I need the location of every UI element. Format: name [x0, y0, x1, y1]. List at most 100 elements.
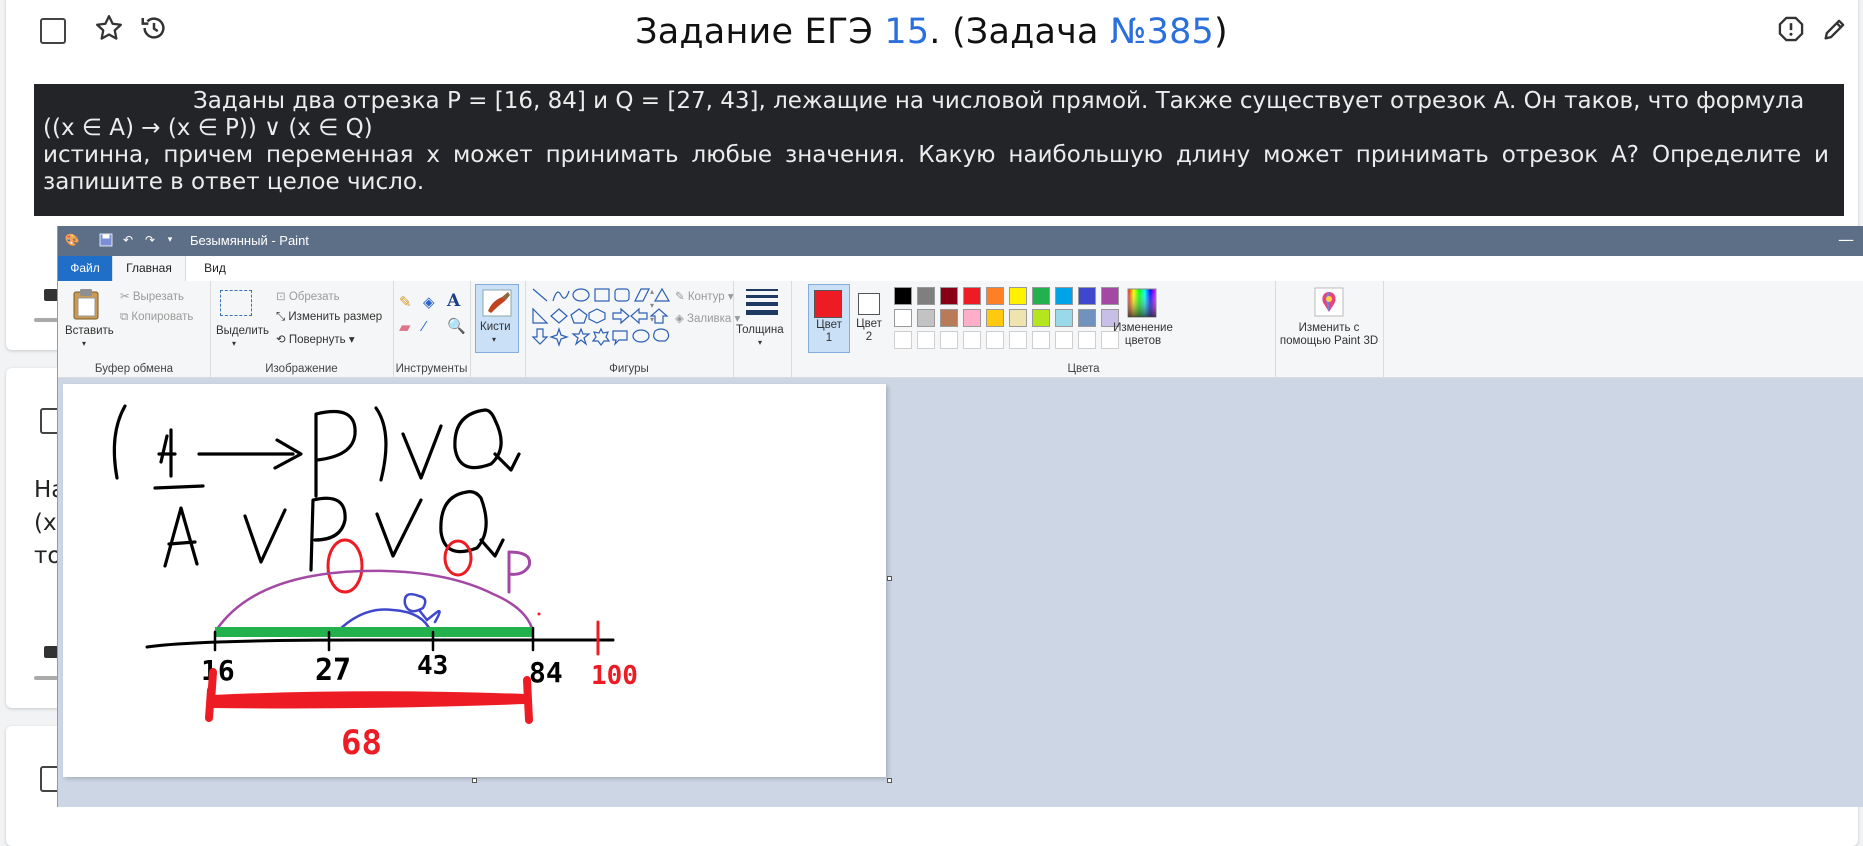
tick-label-43: 43 — [417, 651, 448, 681]
palette-swatch[interactable] — [940, 331, 958, 349]
task-line: запишите в ответ целое число. — [43, 169, 425, 195]
resize-button[interactable]: ⤡ Изменить размер — [276, 311, 382, 324]
palette-swatch[interactable] — [1009, 287, 1027, 305]
palette-swatch[interactable] — [917, 287, 935, 305]
palette-swatch[interactable] — [1009, 309, 1027, 327]
palette-swatch[interactable] — [1055, 331, 1073, 349]
text-icon[interactable]: A — [447, 291, 460, 311]
page-title: Задание ЕГЭ 15. (Задача №385) — [635, 12, 1228, 52]
palette-swatch[interactable] — [1055, 309, 1073, 327]
like-icon[interactable] — [44, 646, 58, 658]
group-label: Фигуры — [609, 363, 649, 375]
color2-button[interactable]: Цвет 2 — [852, 284, 886, 351]
palette-swatch[interactable] — [1078, 287, 1096, 305]
palette-swatch[interactable] — [940, 287, 958, 305]
crop-button[interactable]: ⊡ Обрезать — [276, 289, 340, 303]
palette-swatch[interactable] — [1078, 331, 1096, 349]
outline-button[interactable]: ✎ Контур ▾ — [675, 289, 734, 303]
drawing-svg: 16 27 43 84 100 68 — [112, 404, 638, 763]
resize-handle-corner[interactable] — [887, 778, 892, 783]
fill-button[interactable]: ◈ Заливка ▾ — [675, 311, 740, 325]
customize-icon[interactable]: ▾ — [162, 232, 178, 248]
palette-swatch[interactable] — [894, 331, 912, 349]
group-label: Изображение — [265, 363, 338, 375]
color1-button[interactable]: Цвет 1 — [808, 284, 850, 353]
paint-app-icon: 🎨 — [64, 233, 80, 247]
palette-swatch[interactable] — [963, 309, 981, 327]
color-picker-icon[interactable]: ⁄ — [423, 318, 426, 335]
undo-icon[interactable]: ↶ — [120, 232, 136, 248]
task-number-link[interactable]: 15 — [884, 12, 929, 52]
pencil-icon[interactable]: ✎ — [399, 293, 412, 311]
window-titlebar: 🎨 ↶ ↷ ▾ Безымянный - Paint — — [58, 226, 1863, 256]
palette-swatch[interactable] — [894, 287, 912, 305]
brushes-button[interactable]: Кисти ▾ — [475, 284, 519, 353]
palette-swatch[interactable] — [963, 331, 981, 349]
paste-dropdown-icon[interactable]: ▾ — [82, 339, 86, 348]
formula1-strokes — [112, 404, 521, 498]
minimize-button[interactable]: — — [1838, 230, 1854, 249]
palette-swatch[interactable] — [1032, 331, 1050, 349]
tick-label-84: 84 — [529, 656, 563, 689]
paste-icon[interactable] — [72, 287, 102, 321]
resize-handle-bottom[interactable] — [472, 778, 477, 783]
ribbon-tabs: Файл Главная Вид — [58, 256, 1863, 282]
size-group[interactable]: Толщина ▾ — [733, 281, 792, 377]
group-label: Цвета — [1067, 363, 1100, 375]
palette-swatch[interactable] — [1009, 331, 1027, 349]
palette-swatch[interactable] — [894, 309, 912, 327]
card-text: (x — [34, 510, 57, 536]
palette-swatch[interactable] — [1032, 287, 1050, 305]
edit-colors-icon[interactable] — [1127, 288, 1157, 318]
palette-swatch[interactable] — [986, 331, 1004, 349]
copy-button[interactable]: ⧉ Копировать — [120, 311, 193, 324]
resize-handle-right[interactable] — [887, 576, 892, 581]
fill-icon[interactable]: ◈ — [423, 293, 435, 311]
tick-label-16: 16 — [201, 654, 235, 687]
palette-swatch[interactable] — [1078, 309, 1096, 327]
window-title: Безымянный - Paint — [190, 233, 309, 248]
palette-swatch[interactable] — [917, 309, 935, 327]
color2-swatch — [858, 293, 880, 315]
label-q-mark — [403, 593, 441, 624]
paste-button[interactable]: Вставить — [65, 325, 114, 337]
tab-view[interactable]: Вид — [184, 256, 246, 281]
shapes-scroll[interactable]: ▴ ▾ ▾ — [650, 285, 654, 327]
color1-swatch — [814, 290, 842, 318]
paint3d-icon[interactable] — [1314, 287, 1344, 317]
tab-file[interactable]: Файл — [58, 256, 112, 281]
palette-swatch[interactable] — [1101, 287, 1119, 305]
group-label: Инструменты — [395, 363, 468, 375]
palette-swatch[interactable] — [986, 287, 1004, 305]
edit-colors-button[interactable]: Изменение цветов — [1110, 322, 1176, 348]
size-line-icon — [746, 289, 778, 291]
length-bar-left — [205, 668, 217, 722]
palette-swatch[interactable] — [940, 309, 958, 327]
tab-home[interactable]: Главная — [112, 256, 186, 282]
task-id-link[interactable]: №385 — [1110, 12, 1214, 52]
shapes-gallery[interactable] — [531, 287, 679, 351]
rotate-button[interactable]: ⟲ Повернуть ▾ — [276, 332, 355, 346]
drawing-canvas[interactable]: 16 27 43 84 100 68 — [63, 384, 886, 777]
palette-swatch[interactable] — [986, 309, 1004, 327]
label-p-mark — [507, 550, 532, 594]
select-icon[interactable] — [220, 290, 252, 316]
palette-swatch[interactable] — [1032, 309, 1050, 327]
eraser-icon[interactable]: ▰ — [399, 318, 411, 336]
palette-swatch[interactable] — [1055, 287, 1073, 305]
like-icon[interactable] — [44, 289, 58, 301]
redo-icon[interactable]: ↷ — [142, 232, 158, 248]
select-dropdown-icon[interactable]: ▾ — [232, 339, 236, 348]
paint3d-button[interactable]: Изменить с помощью Paint 3D — [1275, 322, 1383, 348]
tick-label-100: 100 — [591, 661, 638, 691]
magnifier-icon[interactable]: 🔍 — [447, 317, 466, 335]
circle-p-mark — [326, 538, 364, 594]
save-icon[interactable] — [98, 232, 114, 248]
select-button[interactable]: Выделить — [216, 325, 269, 337]
number-line — [145, 638, 615, 649]
cut-button[interactable]: ✂ Вырезать — [120, 289, 184, 303]
palette-swatch[interactable] — [963, 287, 981, 305]
shapes-group: ▴ ▾ ▾ ✎ Контур ▾ ◈ Заливка ▾ Фигуры — [525, 281, 740, 377]
size-button[interactable]: Толщина — [736, 324, 784, 336]
palette-swatch[interactable] — [917, 331, 935, 349]
